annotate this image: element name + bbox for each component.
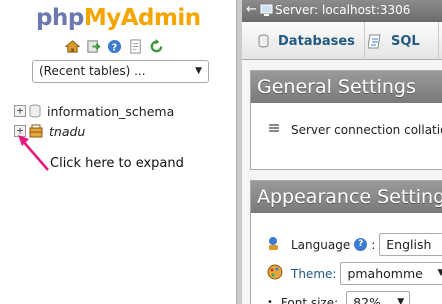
chevron-down-icon: ▼ <box>437 268 442 278</box>
annotation-arrow-icon <box>18 135 49 171</box>
tab-sql-label: SQL <box>391 33 420 49</box>
database-icon <box>258 34 269 48</box>
bullet-icon: • <box>267 297 273 304</box>
chevron-down-icon: ▼ <box>195 66 202 76</box>
help-icon[interactable]: ? <box>354 238 368 251</box>
language-icon <box>267 235 283 254</box>
docs-icon[interactable] <box>127 38 143 54</box>
top-tabs: Databases SQL <box>242 22 442 60</box>
theme-row: Theme: pmahomme ▼ <box>267 262 442 285</box>
recent-tables-select[interactable]: (Recent tables) ... ▼ <box>32 60 209 83</box>
db-name[interactable]: tnadu <box>49 124 85 139</box>
server-breadcrumb-bar: ← Server: localhost:3306 <box>242 0 442 22</box>
main-panel: ← Server: localhost:3306 Databases SQL G… <box>242 0 442 304</box>
svg-text:?: ? <box>111 42 116 53</box>
help-icon[interactable]: ? <box>106 38 122 54</box>
database-icon <box>29 104 41 118</box>
theme-select[interactable]: pmahomme ▼ <box>340 262 442 285</box>
db-name[interactable]: information_schema <box>47 104 174 119</box>
home-icon[interactable] <box>64 38 80 54</box>
collation-label: Server connection collation <box>291 123 442 137</box>
collation-row: Server connection collation <box>269 123 442 137</box>
language-label: Language <box>291 237 351 252</box>
theme-icon <box>267 264 283 283</box>
server-icon <box>260 4 273 20</box>
db-tree-item-information-schema[interactable]: + information_schema <box>14 103 174 119</box>
list-icon <box>269 123 279 137</box>
language-row: Language ? : English <box>267 233 442 256</box>
font-size-label: Font size: <box>280 295 339 304</box>
back-arrow-icon[interactable]: ← <box>246 2 257 17</box>
font-size-value: 82% <box>353 295 381 304</box>
exit-icon[interactable] <box>85 38 101 54</box>
reload-icon[interactable] <box>148 38 164 54</box>
general-settings-panel: General Settings Server connection colla… <box>250 70 442 170</box>
nav-icon-bar: ? <box>64 38 164 54</box>
font-size-row: • Font size: 82% ▼ <box>267 291 411 304</box>
tab-databases-label: Databases <box>278 33 355 49</box>
language-value: English <box>386 237 432 252</box>
logo-text-php: php <box>36 5 84 31</box>
recent-tables-value: (Recent tables) ... <box>39 64 146 78</box>
navigation-panel: phpMyAdmin ? (Recent tables) ... ▼ + inf… <box>0 0 236 304</box>
tab-sql[interactable]: SQL <box>352 22 439 60</box>
chevron-down-icon: ▼ <box>397 297 405 304</box>
appearance-settings-panel: Appearance Settings Language ? : English… <box>250 180 442 304</box>
general-settings-title: General Settings <box>251 71 442 103</box>
sql-icon <box>368 34 382 49</box>
theme-value: pmahomme <box>347 266 423 281</box>
theme-label[interactable]: Theme: <box>291 267 336 281</box>
tab-databases[interactable]: Databases <box>242 22 365 60</box>
language-select[interactable]: English <box>379 233 442 256</box>
appearance-settings-title: Appearance Settings <box>251 181 442 213</box>
server-breadcrumb[interactable]: Server: localhost:3306 <box>275 3 410 17</box>
font-size-select[interactable]: 82% ▼ <box>346 291 411 304</box>
logo-text-myadmin: MyAdmin <box>83 5 201 31</box>
annotation-text: Click here to expand <box>50 156 184 171</box>
phpmyadmin-logo[interactable]: phpMyAdmin <box>36 5 201 31</box>
expand-icon[interactable]: + <box>14 105 26 117</box>
